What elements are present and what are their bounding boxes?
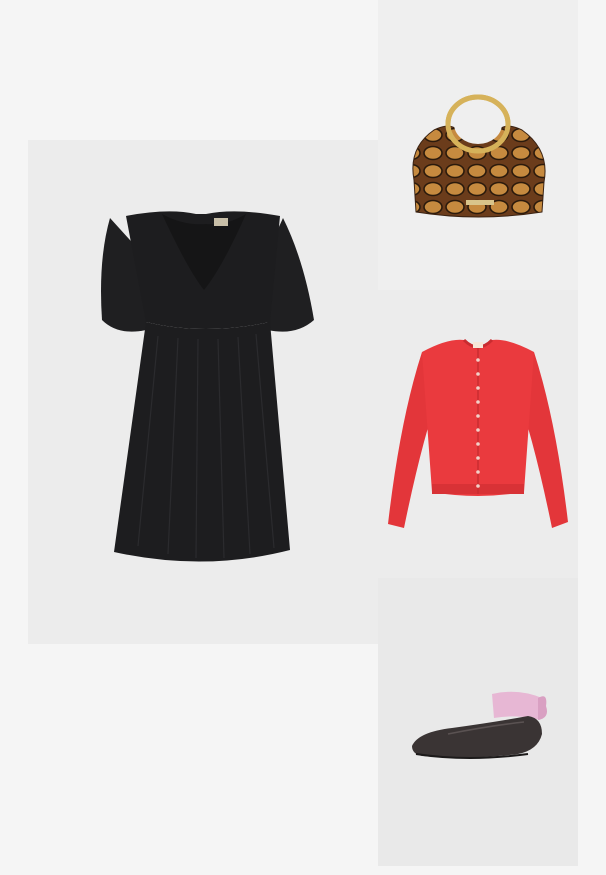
product-tile-handbag[interactable] <box>378 0 578 290</box>
flats-image <box>412 691 547 759</box>
cardigan-image <box>388 338 568 528</box>
product-tile-cardigan[interactable] <box>378 290 578 578</box>
product-tile-dress[interactable] <box>28 140 378 644</box>
handbag-image <box>412 94 546 218</box>
dress-image <box>101 211 314 562</box>
product-tile-flats[interactable] <box>378 578 578 866</box>
